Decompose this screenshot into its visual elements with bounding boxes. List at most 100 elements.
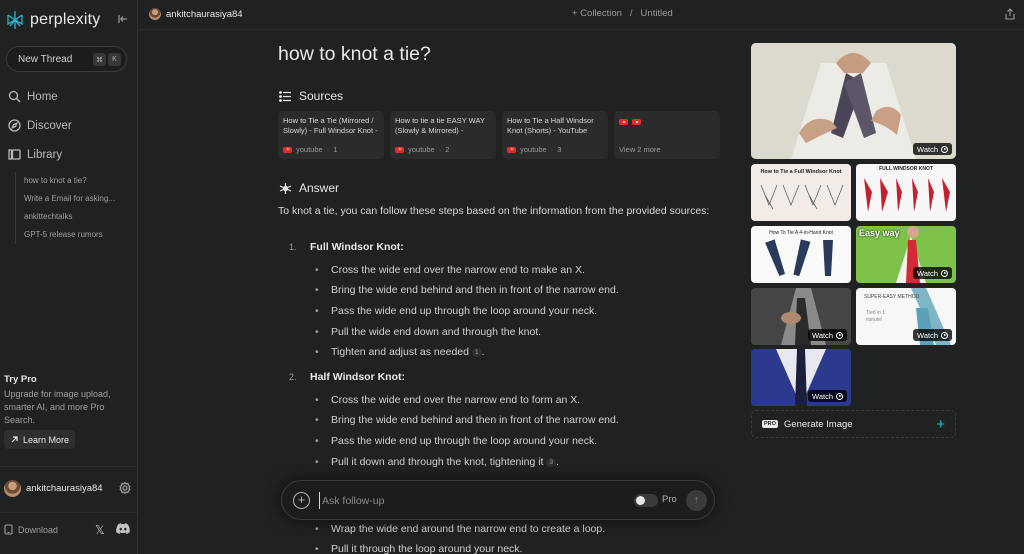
watch-button[interactable]: Watch <box>808 390 847 402</box>
list-item: Cross the wide end over the narrow end t… <box>315 394 581 406</box>
follow-up-input[interactable] <box>319 492 599 509</box>
sidebar-item-discover[interactable]: Discover <box>8 119 72 132</box>
source-index: 1 <box>333 145 338 154</box>
thread-title[interactable]: Untitled <box>641 8 673 19</box>
list-item: Pull the wide end down and through the k… <box>315 326 541 338</box>
try-pro-title: Try Pro <box>4 374 37 385</box>
plus-icon: + <box>936 416 945 433</box>
sidebar-item-label: Home <box>27 90 58 103</box>
breadcrumb: + Collection / Untitled <box>572 8 673 19</box>
source-card[interactable]: How to tie a tie EASY WAY (Slowly & Mirr… <box>390 111 496 159</box>
source-index: 2 <box>445 145 450 154</box>
library-thread-item[interactable]: GPT-5 release rumors <box>24 226 115 244</box>
send-button[interactable]: ↑ <box>686 490 707 511</box>
new-thread-button[interactable]: New Thread ⌘ K <box>6 46 127 72</box>
attach-plus-icon[interactable]: + <box>293 492 310 509</box>
view-more-label: View 2 more <box>619 145 661 154</box>
avatar <box>4 480 21 497</box>
discord-icon[interactable] <box>116 523 130 535</box>
step-title: Half Windsor Knot: <box>310 371 405 383</box>
library-thread-item[interactable]: ankittechtalks <box>24 208 115 226</box>
play-icon <box>836 392 843 400</box>
play-icon <box>836 331 843 339</box>
play-icon <box>941 331 948 339</box>
list-item-text: Pull it down and through the knot, tight… <box>331 456 544 468</box>
share-icon[interactable] <box>1004 8 1016 20</box>
source-dot: · <box>438 145 442 154</box>
user-profile[interactable]: ankitchaurasiya84 <box>4 480 134 497</box>
generate-image-button[interactable]: PRO Generate Image + <box>751 410 956 438</box>
source-card[interactable]: How to Tie a Tie (Mirrored / Slowly) - F… <box>278 111 384 159</box>
library-thread-item[interactable]: how to knot a tie? <box>24 172 115 190</box>
play-icon <box>941 145 948 153</box>
add-collection-button[interactable]: + Collection <box>572 8 622 19</box>
thread-owner: ankitchaurasiya84 <box>149 8 243 20</box>
answer-label: Answer <box>299 181 340 195</box>
generate-image-label: Generate Image <box>783 418 853 430</box>
answer-heading: Answer <box>279 181 339 195</box>
citation-badge[interactable]: 1 <box>471 348 482 357</box>
video-thumbnail[interactable]: Watch <box>751 349 851 406</box>
video-thumbnail[interactable]: How To Tie A 4-in-Hand Knot <box>751 226 851 283</box>
citation-badge[interactable]: 3 <box>546 458 557 467</box>
video-thumbnail[interactable]: How to Tie a Full Windsor Knot <box>751 164 851 221</box>
try-pro-description: Upgrade for image upload, smarter AI, an… <box>4 389 111 425</box>
learn-more-button[interactable]: Learn More <box>4 430 76 449</box>
library-thread-item[interactable]: Write a Email for asking... <box>24 190 115 208</box>
watch-label: Watch <box>917 268 938 278</box>
shortcut-cmd: ⌘ <box>93 53 106 66</box>
video-thumbnail[interactable]: Easy way Watch <box>856 226 956 283</box>
pro-toggle[interactable] <box>634 494 658 507</box>
video-thumbnail[interactable]: Watch <box>751 288 851 345</box>
download-button[interactable]: Download <box>4 524 58 535</box>
list-item: Pull it down and through the knot, tight… <box>315 456 559 468</box>
video-thumbnail[interactable]: FULL WINDSOR KNOT <box>856 164 956 221</box>
watch-label: Watch <box>812 391 833 401</box>
x-twitter-icon[interactable]: 𝕏 <box>95 523 105 537</box>
watch-button[interactable]: Watch <box>913 329 952 341</box>
thread-owner-name: ankitchaurasiya84 <box>166 8 243 20</box>
breadcrumb-separator: / <box>629 8 633 19</box>
step-heading: 1. Full Windsor Knot: <box>289 241 404 253</box>
gear-icon[interactable] <box>118 481 132 495</box>
search-icon <box>8 90 21 103</box>
sidebar-item-home[interactable]: Home <box>8 90 58 103</box>
source-site: youtube <box>520 145 547 154</box>
more-source-icons <box>619 119 715 125</box>
learn-more-label: Learn More <box>23 434 70 445</box>
list-item-text: Bring the wide end behind and then in fr… <box>331 414 619 426</box>
watch-button[interactable]: Watch <box>913 267 952 279</box>
video-thumbnail[interactable]: SUPER-EASY METHOD Tied in 1 minute! Watc… <box>856 288 956 345</box>
list-item-text: Bring the wide end behind and then in fr… <box>331 284 619 296</box>
source-meta: youtube · 3 <box>507 145 561 154</box>
collapse-sidebar-icon[interactable] <box>117 13 131 27</box>
list-item: Bring the wide end behind and then in fr… <box>315 414 619 426</box>
view-more-sources-button[interactable]: View 2 more <box>614 111 720 159</box>
watch-button[interactable]: Watch <box>808 329 847 341</box>
step-number: 1. <box>289 242 297 252</box>
top-bar: ankitchaurasiya84 + Collection / Untitle… <box>139 0 1024 30</box>
sources-label: Sources <box>299 89 344 103</box>
pro-badge: PRO <box>762 420 778 428</box>
list-item-text: Cross the wide end over the narrow end t… <box>331 394 581 406</box>
tie-video-image <box>751 43 956 159</box>
tie-steps-image <box>864 178 950 212</box>
logo[interactable]: perplexity <box>6 10 100 30</box>
source-site: youtube <box>296 145 323 154</box>
youtube-icon <box>395 146 404 153</box>
youtube-icon <box>507 146 516 153</box>
thumbnail-caption: Tied in 1 minute! <box>866 310 885 323</box>
four-in-hand-diagram-image <box>765 239 833 277</box>
sidebar-item-library[interactable]: Library <box>8 148 62 161</box>
source-card[interactable]: How to Tie a Half Windsor Knot (Shorts) … <box>502 111 608 159</box>
thumbnail-caption: SUPER-EASY METHOD <box>864 294 920 300</box>
source-index: 3 <box>557 145 562 154</box>
sidebar-item-label: Library <box>27 148 63 161</box>
youtube-icon <box>283 146 292 153</box>
video-thumbnail-main[interactable]: Watch <box>751 43 956 159</box>
watch-button[interactable]: Watch <box>913 143 952 155</box>
step-heading: 2. Half Windsor Knot: <box>289 371 405 383</box>
list-item-text: Pass the wide end up through the loop ar… <box>331 435 598 447</box>
source-title: How to Tie a Tie (Mirrored / Slowly) - F… <box>283 116 378 135</box>
youtube-icon <box>632 119 641 125</box>
